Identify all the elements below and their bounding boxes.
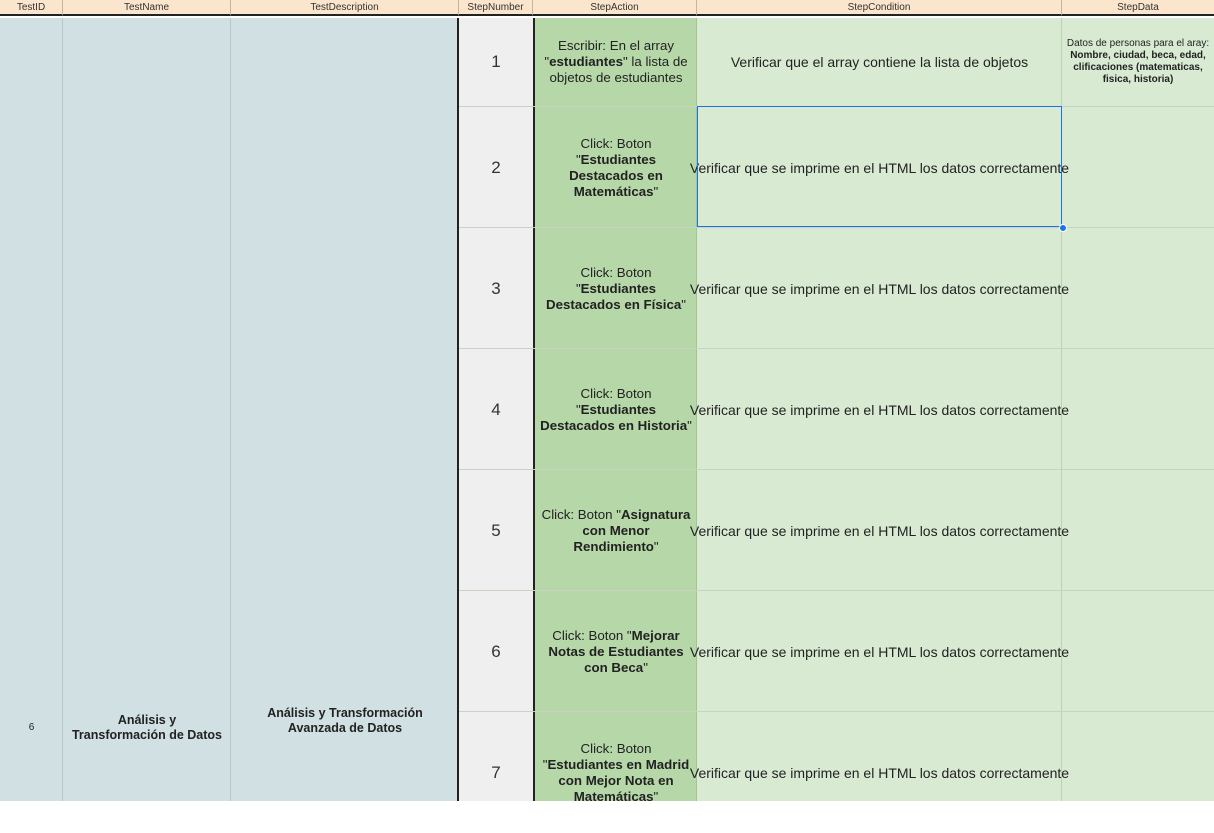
step-action-text: Click: Boton "Estudiantes en Madrid con … [539,741,693,805]
step-action-text: Click: Boton "Estudiantes Destacados en … [539,265,693,313]
testid-column [0,18,63,801]
testdescription-column [231,18,459,801]
test-id-cell[interactable]: 6 [0,712,63,742]
step-number-cell[interactable]: 2 [459,107,533,228]
step-condition-cell[interactable]: Verificar que el array contiene la lista… [697,18,1062,106]
step-action-cell[interactable]: Click: Boton "Asignatura con Menor Rendi… [535,470,697,591]
step-condition-cell[interactable]: Verificar que se imprime en el HTML los … [690,712,1069,833]
step-number-text: 5 [491,520,501,540]
spreadsheet-grid: TestID TestName TestDescription StepNumb… [0,0,1214,804]
header-stepaction[interactable]: StepAction [533,0,697,16]
step-number-cell[interactable]: 3 [459,228,533,349]
step-number-text: 3 [491,278,501,298]
step-number-cell[interactable]: 6 [459,591,533,712]
step-number-cell[interactable]: 7 [459,712,533,833]
step-action-text: Click: Boton "Asignatura con Menor Rendi… [539,507,693,555]
step-action-suffix: " [653,538,659,554]
step-action-prefix: Click: Boton " [552,627,632,643]
step-action-target: estudiantes [549,54,624,69]
test-description-cell[interactable]: Análisis y Transformación Avanzada de Da… [231,705,459,737]
test-name-cell[interactable]: Análisis y Transformación de Datos [63,712,231,744]
step-action-target: Estudiantes Destacados en Física [546,280,682,312]
step-condition-text: Verificar que el array contiene la lista… [730,54,1029,70]
step-data-prefix: Datos de personas para el aray: [1066,38,1210,49]
step-action-text: Click: Boton "Mejorar Notas de Estudiant… [539,628,693,676]
step-condition-cell[interactable]: Verificar que se imprime en el HTML los … [690,228,1069,349]
step-action-text: Escribir: En el array "estudiantes" la l… [539,38,693,86]
step-action-cell[interactable]: Click: Boton "Estudiantes Destacados en … [535,228,697,349]
step-number-text: 6 [491,641,501,661]
step-action-target: Estudiantes Destacados en Matemáticas [569,151,663,199]
step-action-text: Click: Boton "Estudiantes Destacados en … [539,136,693,200]
step-action-cell[interactable]: Click: Boton "Estudiantes Destacados en … [535,349,697,470]
step-number-text: 2 [491,157,501,177]
step-action-target: Estudiantes Destacados en Historia [540,401,688,433]
step-data-cell[interactable]: Datos de personas para el aray: Nombre, … [1062,18,1214,106]
step-action-prefix: Click: Boton " [541,506,621,522]
step-data-cell[interactable] [1062,591,1214,712]
step-action-text: Click: Boton "Estudiantes Destacados en … [539,386,693,434]
testname-column [63,18,231,801]
step-data-cell[interactable] [1062,470,1214,591]
step-number-text: 7 [491,762,501,782]
step-action-cell[interactable]: Escribir: En el array "estudiantes" la l… [535,18,697,106]
step-number-text: 4 [491,399,501,419]
step-action-suffix: " [643,659,648,675]
step-data-cell[interactable] [1062,107,1214,228]
step-condition-cell[interactable]: Verificar que se imprime en el HTML los … [690,591,1069,712]
step-condition-cell[interactable]: Verificar que se imprime en el HTML los … [690,107,1069,228]
step-condition-text: Verificar que se imprime en el HTML los … [689,764,1070,781]
header-testdescription[interactable]: TestDescription [231,0,459,16]
step-condition-text: Verificar que se imprime en el HTML los … [689,401,1070,418]
header-stepdata[interactable]: StepData [1062,0,1214,16]
step-action-target: Estudiantes en Madrid con Mejor Nota en … [547,756,690,804]
step-action-suffix: " [653,788,659,804]
step-action-suffix: " [681,296,686,312]
header-testid[interactable]: TestID [0,0,63,16]
step-number-cell[interactable]: 4 [459,349,533,470]
selection-fill-handle[interactable] [1059,224,1067,232]
header-stepnumber[interactable]: StepNumber [459,0,533,16]
header-testname[interactable]: TestName [63,0,231,16]
step-data-cell[interactable] [1062,349,1214,470]
step-data-cell[interactable] [1062,712,1214,833]
step-action-cell[interactable]: Click: Boton "Mejorar Notas de Estudiant… [535,591,697,712]
step-condition-cell[interactable]: Verificar que se imprime en el HTML los … [690,470,1069,591]
step-action-suffix: " [687,417,692,433]
step-action-suffix: " [653,183,659,199]
step-condition-text: Verificar que se imprime en el HTML los … [689,159,1070,176]
step-condition-text: Verificar que se imprime en el HTML los … [689,522,1070,539]
step-data-text: Datos de personas para el aray: Nombre, … [1066,38,1210,86]
header-stepcondition[interactable]: StepCondition [697,0,1062,16]
step-number-text: 1 [491,52,501,71]
step-action-cell[interactable]: Click: Boton "Estudiantes en Madrid con … [535,712,697,833]
step-condition-cell[interactable]: Verificar que se imprime en el HTML los … [690,349,1069,470]
step-data-cell[interactable] [1062,228,1214,349]
step-data-values: Nombre, ciudad, beca, edad, clificacione… [1070,50,1206,85]
step-number-cell[interactable]: 1 [459,18,533,106]
step-number-cell[interactable]: 5 [459,470,533,591]
step-action-cell[interactable]: Click: Boton "Estudiantes Destacados en … [535,107,697,228]
step-condition-text: Verificar que se imprime en el HTML los … [689,280,1070,297]
step-condition-text: Verificar que se imprime en el HTML los … [689,643,1070,660]
